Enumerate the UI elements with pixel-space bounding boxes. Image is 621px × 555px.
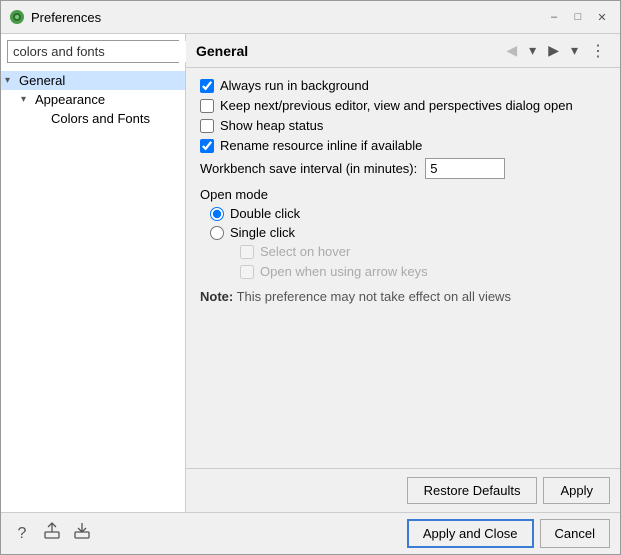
right-panel: General ◀ ▾ ▶ ▾ ⋮ Always run in backgrou…	[186, 34, 620, 512]
tree-item-general[interactable]: ▾ General	[1, 71, 185, 90]
open-arrow-row: Open when using arrow keys	[240, 264, 606, 279]
preferences-window: Preferences – □ ✕ ✕ ▾ General ▾	[0, 0, 621, 555]
apply-button[interactable]: Apply	[543, 477, 610, 504]
panel-content: Always run in background Keep next/previ…	[186, 68, 620, 468]
select-hover-label: Select on hover	[260, 244, 350, 259]
show-heap-row: Show heap status	[200, 118, 606, 133]
nav-forward-button[interactable]: ▶	[544, 40, 563, 61]
open-arrow-label: Open when using arrow keys	[260, 264, 428, 279]
import-svg	[73, 522, 91, 540]
cancel-button[interactable]: Cancel	[540, 519, 610, 548]
left-panel: ✕ ▾ General ▾ Appearance Colors and Font…	[1, 34, 186, 512]
nav-dropdown-button[interactable]: ▾	[525, 40, 540, 61]
tree-label-colors-fonts: Colors and Fonts	[51, 111, 181, 126]
import-icon	[73, 522, 91, 545]
export-icon	[43, 522, 61, 545]
app-icon	[9, 9, 25, 25]
help-button[interactable]: ?	[11, 523, 33, 545]
import-button[interactable]	[71, 523, 93, 545]
help-icon: ?	[18, 525, 27, 543]
open-mode-label: Open mode	[200, 187, 606, 202]
rename-resource-checkbox[interactable]	[200, 139, 214, 153]
title-left: Preferences	[9, 9, 101, 25]
rename-resource-row: Rename resource inline if available	[200, 138, 606, 153]
workbench-interval-row: Workbench save interval (in minutes):	[200, 158, 606, 179]
footer-bar: ?	[1, 512, 620, 554]
always-run-bg-checkbox[interactable]	[200, 79, 214, 93]
window-title: Preferences	[31, 10, 101, 25]
tree-arrow-general: ▾	[5, 75, 19, 86]
single-click-radio[interactable]	[210, 226, 224, 240]
show-heap-checkbox[interactable]	[200, 119, 214, 133]
tree-arrow-colors	[37, 113, 51, 124]
open-mode-radio-group: Double click Single click Select on hove…	[210, 206, 606, 279]
export-svg	[43, 522, 61, 540]
open-arrow-checkbox[interactable]	[240, 265, 254, 279]
double-click-label: Double click	[230, 206, 300, 221]
nav-back-button[interactable]: ◀	[502, 40, 521, 61]
export-button[interactable]	[41, 523, 63, 545]
double-click-row: Double click	[210, 206, 606, 221]
double-click-radio[interactable]	[210, 207, 224, 221]
keep-next-prev-label: Keep next/previous editor, view and pers…	[220, 98, 573, 113]
title-controls: – □ ✕	[544, 7, 612, 27]
title-bar: Preferences – □ ✕	[1, 1, 620, 34]
keep-next-prev-row: Keep next/previous editor, view and pers…	[200, 98, 606, 113]
tree-item-appearance[interactable]: ▾ Appearance	[1, 90, 185, 109]
workbench-interval-label: Workbench save interval (in minutes):	[200, 161, 417, 176]
rename-resource-label: Rename resource inline if available	[220, 138, 422, 153]
keep-next-prev-checkbox[interactable]	[200, 99, 214, 113]
show-heap-label: Show heap status	[220, 118, 323, 133]
panel-title: General	[196, 43, 248, 59]
sub-options: Select on hover Open when using arrow ke…	[240, 244, 606, 279]
select-hover-row: Select on hover	[240, 244, 606, 259]
tree-item-colors-fonts[interactable]: Colors and Fonts	[1, 109, 185, 128]
always-run-bg-label: Always run in background	[220, 78, 369, 93]
search-input[interactable]	[8, 41, 194, 62]
panel-nav: ◀ ▾ ▶ ▾ ⋮	[502, 40, 610, 61]
apply-and-close-button[interactable]: Apply and Close	[407, 519, 534, 548]
tree-area: ▾ General ▾ Appearance Colors and Fonts	[1, 69, 185, 512]
note-row: Note: This preference may not take effec…	[200, 289, 606, 304]
restore-defaults-button[interactable]: Restore Defaults	[407, 477, 538, 504]
nav-forward-dropdown-button[interactable]: ▾	[567, 40, 582, 61]
main-area: ✕ ▾ General ▾ Appearance Colors and Font…	[1, 34, 620, 512]
search-box: ✕	[7, 40, 179, 63]
select-hover-checkbox[interactable]	[240, 245, 254, 259]
nav-more-button[interactable]: ⋮	[586, 41, 610, 61]
tree-arrow-appearance: ▾	[21, 94, 35, 105]
footer-right-buttons: Apply and Close Cancel	[407, 519, 610, 548]
single-click-row: Single click	[210, 225, 606, 240]
always-run-bg-row: Always run in background	[200, 78, 606, 93]
tree-label-general: General	[19, 73, 181, 88]
panel-header: General ◀ ▾ ▶ ▾ ⋮	[186, 34, 620, 68]
minimize-button[interactable]: –	[544, 7, 564, 27]
note-bold: Note:	[200, 289, 233, 304]
workbench-interval-input[interactable]	[425, 158, 505, 179]
bottom-action-buttons: Restore Defaults Apply	[186, 468, 620, 512]
tree-label-appearance: Appearance	[35, 92, 181, 107]
maximize-button[interactable]: □	[568, 7, 588, 27]
single-click-label: Single click	[230, 225, 295, 240]
close-button[interactable]: ✕	[592, 7, 612, 27]
footer-icons: ?	[11, 523, 93, 545]
note-text: This preference may not take effect on a…	[237, 289, 511, 304]
